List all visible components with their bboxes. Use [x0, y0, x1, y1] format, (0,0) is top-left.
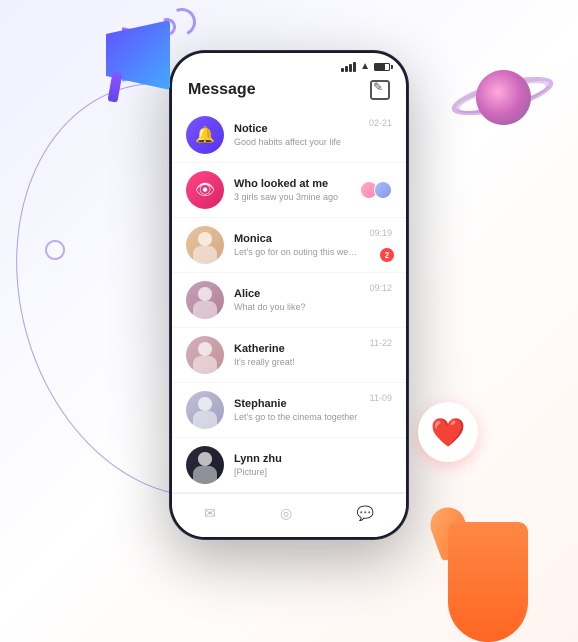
- message-content: Monica Let's go for on outing this weeke…: [234, 233, 359, 257]
- eye-icon: 👁: [195, 180, 215, 200]
- love-icon-decoration: ❤️: [418, 402, 478, 462]
- avatar: [186, 226, 224, 264]
- signal-bar-4: [353, 62, 356, 72]
- nav-item-discover[interactable]: ◎: [280, 505, 292, 522]
- message-time: 02-21: [369, 116, 392, 128]
- message-time: 09:19: [369, 226, 392, 238]
- message-name: Who looked at me: [234, 178, 350, 190]
- signal-icon: [341, 62, 356, 72]
- message-name: Alice: [234, 288, 359, 300]
- list-item[interactable]: 👁 Who looked at me 3 girls saw you 3mine…: [172, 163, 406, 218]
- nav-item-messages[interactable]: ✉: [204, 505, 216, 522]
- envelope-icon: ✉: [204, 505, 216, 522]
- person-body: [193, 356, 217, 374]
- phone-frame: ▲ Message 🔔 Notice Go: [169, 50, 409, 540]
- avatar: 👁: [186, 171, 224, 209]
- message-name: Lynn zhu: [234, 453, 382, 465]
- message-content: Notice Good habits affect your life: [234, 123, 359, 147]
- megaphone-decoration: [60, 0, 200, 140]
- who-images: [360, 181, 392, 199]
- message-time: 09:12: [369, 281, 392, 293]
- battery-fill: [375, 64, 385, 70]
- message-preview: Let's go to the cinema together: [234, 412, 360, 422]
- person-body: [193, 466, 217, 484]
- avatar: [186, 336, 224, 374]
- message-time: 11-22: [370, 336, 392, 348]
- nav-item-chat[interactable]: 💬: [356, 505, 373, 522]
- message-content: Who looked at me 3 girls saw you 3mine a…: [234, 178, 350, 202]
- unread-badge: 2: [380, 248, 394, 262]
- chat-icon: 💬: [356, 505, 373, 522]
- app-header: Message: [172, 76, 406, 108]
- hand-decoration: [428, 482, 548, 642]
- battery-icon: [374, 63, 390, 71]
- bottom-nav: ✉ ◎ 💬: [172, 493, 406, 537]
- message-content: Alice What do you like?: [234, 288, 359, 312]
- person-head: [198, 452, 212, 466]
- avatar: [186, 391, 224, 429]
- list-item[interactable]: 🔔 Notice Good habits affect your life 02…: [172, 108, 406, 163]
- signal-bar-2: [345, 66, 348, 72]
- message-list[interactable]: 🔔 Notice Good habits affect your life 02…: [172, 108, 406, 497]
- small-circle-decoration: [45, 240, 65, 260]
- person-body: [193, 411, 217, 429]
- phone-container: ▲ Message 🔔 Notice Go: [169, 50, 409, 540]
- message-preview: Let's go for on outing this weekend-: [234, 247, 359, 257]
- list-item[interactable]: Katherine It's really great! 11-22: [172, 328, 406, 383]
- phone-screen: ▲ Message 🔔 Notice Go: [172, 53, 406, 537]
- wifi-icon: ▲: [360, 61, 370, 72]
- person-head: [198, 232, 212, 246]
- list-item[interactable]: Alice What do you like? 09:12: [172, 273, 406, 328]
- message-time: 11-09: [370, 391, 392, 403]
- message-name: Monica: [234, 233, 359, 245]
- planet-body-icon: [476, 70, 531, 125]
- message-preview: [Picture]: [234, 467, 382, 477]
- discover-icon: ◎: [280, 505, 292, 522]
- avatar: [186, 446, 224, 484]
- avatar: [186, 281, 224, 319]
- edit-icon[interactable]: [370, 80, 390, 100]
- planet-decoration: [448, 60, 558, 140]
- person-head: [198, 397, 212, 411]
- person-body: [193, 246, 217, 264]
- list-item[interactable]: Monica Let's go for on outing this weeke…: [172, 218, 406, 273]
- status-bar: ▲: [172, 53, 406, 76]
- message-content: Stephanie Let's go to the cinema togethe…: [234, 398, 360, 422]
- signal-bar-1: [341, 68, 344, 72]
- message-preview: What do you like?: [234, 302, 359, 312]
- person-body: [193, 301, 217, 319]
- message-name: Notice: [234, 123, 359, 135]
- message-name: Stephanie: [234, 398, 360, 410]
- message-name: Katherine: [234, 343, 360, 355]
- person-head: [198, 287, 212, 301]
- message-preview: Good habits affect your life: [234, 137, 359, 147]
- message-preview: It's really great!: [234, 357, 360, 367]
- message-preview: 3 girls saw you 3mine ago: [234, 192, 350, 202]
- message-content: Lynn zhu [Picture]: [234, 453, 382, 477]
- list-item[interactable]: Lynn zhu [Picture]: [172, 438, 406, 493]
- signal-bar-3: [349, 64, 352, 72]
- message-content: Katherine It's really great!: [234, 343, 360, 367]
- list-item[interactable]: Stephanie Let's go to the cinema togethe…: [172, 383, 406, 438]
- who-mini-avatar-2: [374, 181, 392, 199]
- person-head: [198, 342, 212, 356]
- hand-body-icon: [448, 522, 528, 642]
